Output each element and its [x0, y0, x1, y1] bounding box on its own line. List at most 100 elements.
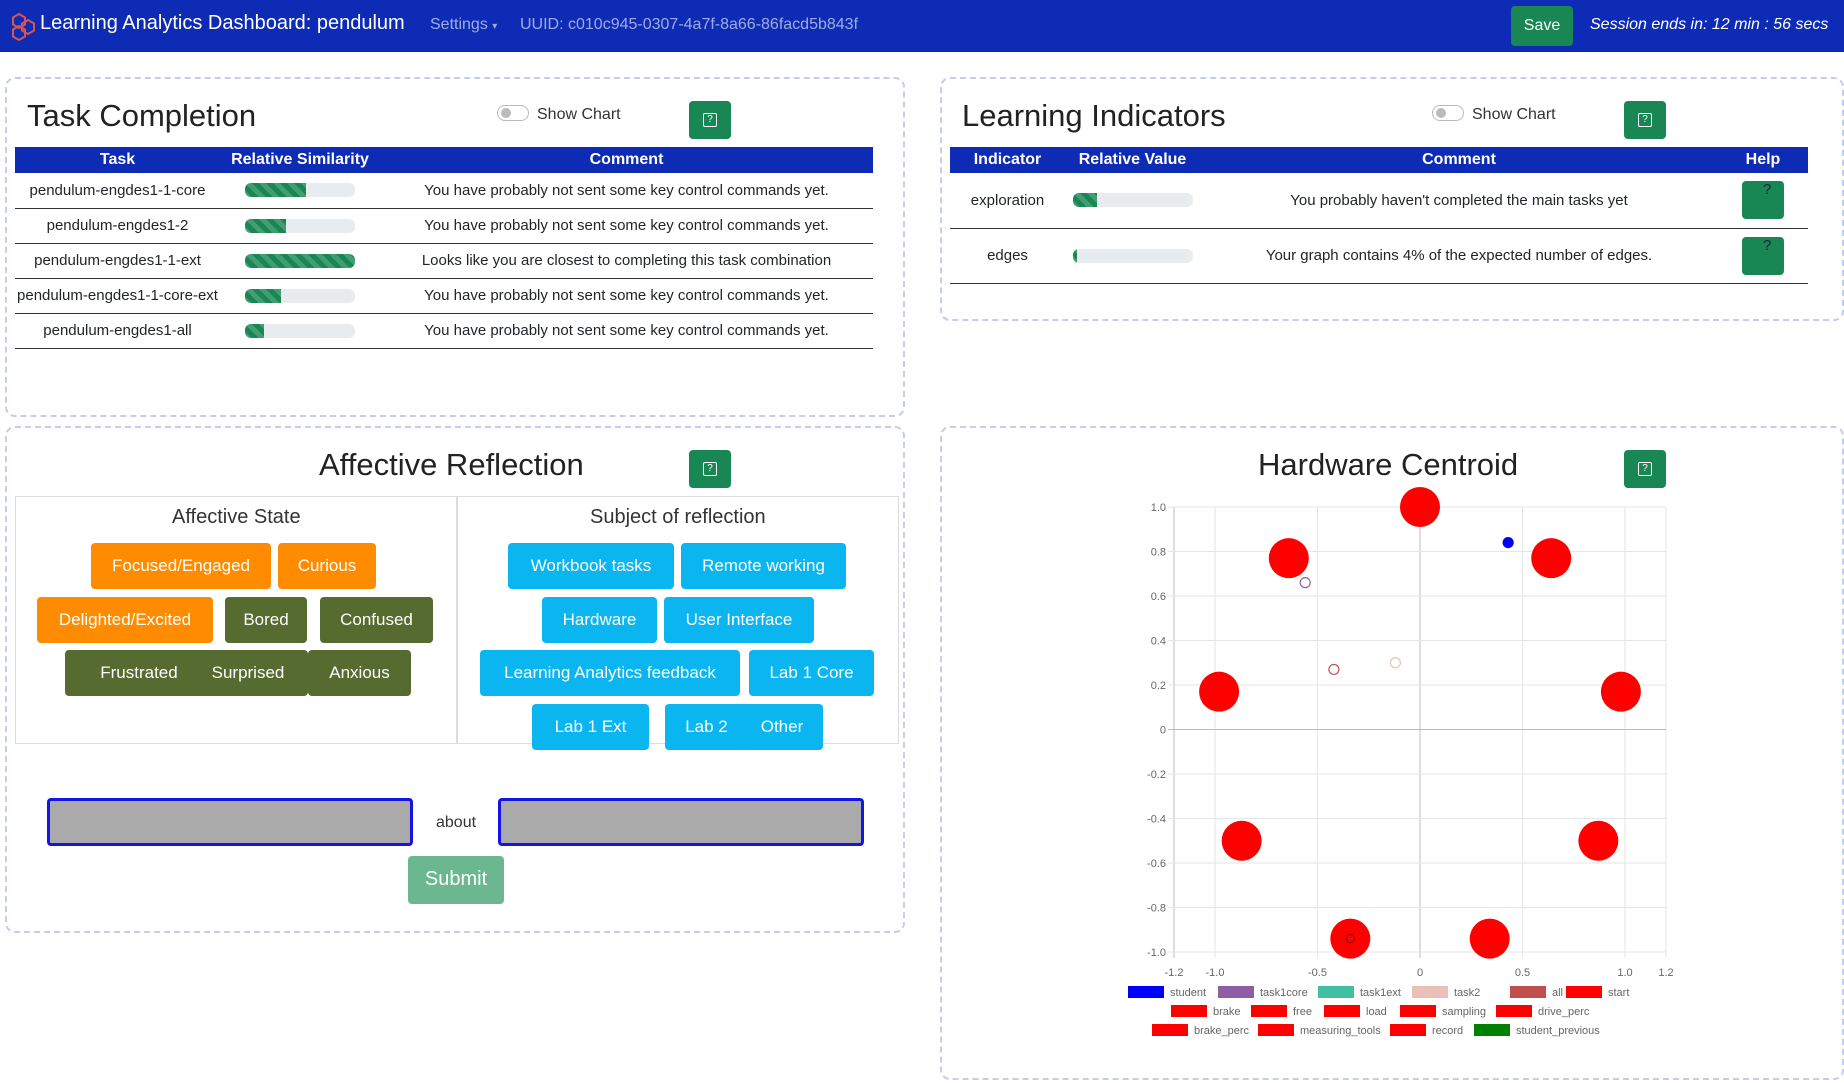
- progress-fill: [1072, 248, 1078, 263]
- subject-button[interactable]: Lab 1 Ext: [532, 704, 649, 750]
- learning-indicators-help-button[interactable]: ?: [1624, 101, 1666, 139]
- table-row: exploration You probably haven't complete…: [950, 173, 1808, 229]
- point-load[interactable]: [1600, 671, 1641, 712]
- legend-label: brake_perc: [1194, 1025, 1250, 1037]
- similarity-cell: [220, 278, 380, 314]
- subject-button[interactable]: Learning Analytics feedback: [480, 650, 740, 696]
- legend-label: free: [1293, 1006, 1312, 1018]
- legend-label: all: [1552, 987, 1563, 999]
- affective-reflection-help-button[interactable]: ?: [689, 450, 731, 488]
- session-timer: Session ends in: 12 min : 56 secs: [1590, 16, 1829, 33]
- point-drive_perc[interactable]: [1578, 820, 1619, 861]
- submit-button[interactable]: Submit: [408, 856, 504, 904]
- legend-label: start: [1608, 987, 1629, 999]
- caret-down-icon: ▾: [492, 21, 498, 32]
- show-chart-label: Show Chart: [537, 106, 621, 123]
- legend-label: task1ext: [1360, 987, 1401, 999]
- uuid-label: UUID: c010c945-0307-4a7f-8a66-86facd5b84…: [520, 16, 859, 33]
- help-icon: ?: [703, 113, 717, 127]
- x-tick-label: 1.2: [1658, 967, 1673, 979]
- x-tick-label: -1.2: [1165, 967, 1184, 979]
- settings-dropdown[interactable]: Settings ▾: [430, 16, 497, 34]
- affective-state-button[interactable]: Delighted/Excited: [37, 597, 213, 643]
- column-header: Relative Value: [1065, 147, 1200, 173]
- affective-state-button[interactable]: Confused: [320, 597, 433, 643]
- affective-state-button[interactable]: Curious: [278, 543, 376, 589]
- indicator-name: edges: [950, 228, 1065, 284]
- help-icon: ?: [703, 462, 717, 476]
- point-brake[interactable]: [1531, 538, 1572, 579]
- task-completion-table: Task Relative Similarity Comment pendulum-…: [15, 147, 873, 349]
- affective-state-button[interactable]: Surprised: [188, 650, 308, 696]
- y-tick-label: 0.4: [1151, 636, 1166, 648]
- subject-title: Subject of reflection: [590, 506, 766, 528]
- task-completion-help-button[interactable]: ?: [689, 101, 731, 139]
- similarity-progress-bar: [245, 253, 355, 268]
- point-student[interactable]: [1502, 536, 1514, 549]
- legend-label: brake: [1213, 1006, 1241, 1018]
- legend-swatch: [1152, 1024, 1188, 1036]
- legend-swatch: [1128, 986, 1164, 998]
- subject-input[interactable]: [498, 798, 864, 846]
- about-label: about: [436, 814, 477, 831]
- legend-label: sampling: [1442, 1006, 1486, 1018]
- show-chart-toggle[interactable]: [1432, 105, 1464, 121]
- subject-button[interactable]: Workbook tasks: [508, 543, 674, 589]
- task-name: pendulum-engdes1-1-ext: [15, 243, 220, 279]
- point-sampling[interactable]: [1199, 671, 1240, 712]
- legend-label: load: [1366, 1006, 1387, 1018]
- affective-state-input[interactable]: [47, 798, 413, 846]
- y-tick-label: 1.0: [1151, 502, 1166, 514]
- dashboard-title[interactable]: Learning Analytics Dashboard: pendulum: [40, 12, 405, 35]
- subject-button[interactable]: Lab 2: [665, 704, 748, 750]
- task-name: pendulum-engdes1-1-core: [15, 173, 220, 209]
- x-tick-label: 0.5: [1515, 967, 1530, 979]
- legend-swatch: [1474, 1024, 1510, 1036]
- similarity-cell: [220, 313, 380, 349]
- legend-swatch: [1566, 986, 1602, 998]
- similarity-progress-bar: [245, 288, 355, 303]
- point-measuring_tools[interactable]: [1469, 918, 1510, 959]
- task-completion-card: Task Completion Show Chart ? Task Relativ…: [5, 77, 905, 417]
- legend-swatch: [1318, 986, 1354, 998]
- subject-button[interactable]: Lab 1 Core: [749, 650, 874, 696]
- point-record[interactable]: [1330, 918, 1371, 959]
- legend-label: task2: [1454, 987, 1480, 999]
- affective-state-button[interactable]: Focused/Engaged: [91, 543, 271, 589]
- learning-indicators-card: Learning Indicators Show Chart ? Indicat…: [940, 77, 1844, 321]
- progress-fill: [245, 253, 355, 268]
- point-start[interactable]: [1400, 487, 1440, 527]
- y-tick-label: -0.8: [1147, 903, 1166, 915]
- point-brake_perc[interactable]: [1221, 820, 1262, 861]
- affective-state-button[interactable]: Bored: [225, 597, 307, 643]
- value-cell: [1065, 228, 1200, 284]
- task-completion-title: Task Completion: [27, 98, 257, 133]
- comment-cell: Your graph contains 4% of the expected n…: [1200, 228, 1718, 284]
- progress-fill: [245, 288, 282, 303]
- similarity-cell: [220, 173, 380, 209]
- row-help-button[interactable]: ?: [1742, 181, 1784, 220]
- help-icon: ?: [1638, 113, 1652, 127]
- point-free[interactable]: [1268, 538, 1309, 579]
- subject-button[interactable]: Remote working: [681, 543, 846, 589]
- subject-button[interactable]: Hardware: [542, 597, 657, 643]
- show-chart-toggle[interactable]: [497, 105, 529, 121]
- legend-label: student_previous: [1516, 1025, 1600, 1037]
- subject-button[interactable]: User Interface: [664, 597, 814, 643]
- progress-fill: [1072, 193, 1097, 208]
- y-tick-label: -0.6: [1147, 858, 1166, 870]
- point-all[interactable]: [1328, 663, 1340, 676]
- row-help-button[interactable]: ?: [1742, 236, 1784, 275]
- legend-label: record: [1432, 1025, 1463, 1037]
- show-chart-label: Show Chart: [1472, 106, 1556, 123]
- legend-swatch: [1510, 986, 1546, 998]
- task-name: pendulum-engdes1-2: [15, 208, 220, 244]
- legend-label: task1core: [1260, 987, 1308, 999]
- help-icon: ?: [1763, 236, 1772, 254]
- affective-state-button[interactable]: Anxious: [308, 650, 411, 696]
- subject-button[interactable]: Other: [741, 704, 823, 750]
- point-task1core[interactable]: [1299, 577, 1311, 589]
- legend-label: measuring_tools: [1300, 1025, 1381, 1037]
- save-button[interactable]: Save: [1511, 6, 1573, 46]
- point-task2[interactable]: [1389, 657, 1401, 669]
